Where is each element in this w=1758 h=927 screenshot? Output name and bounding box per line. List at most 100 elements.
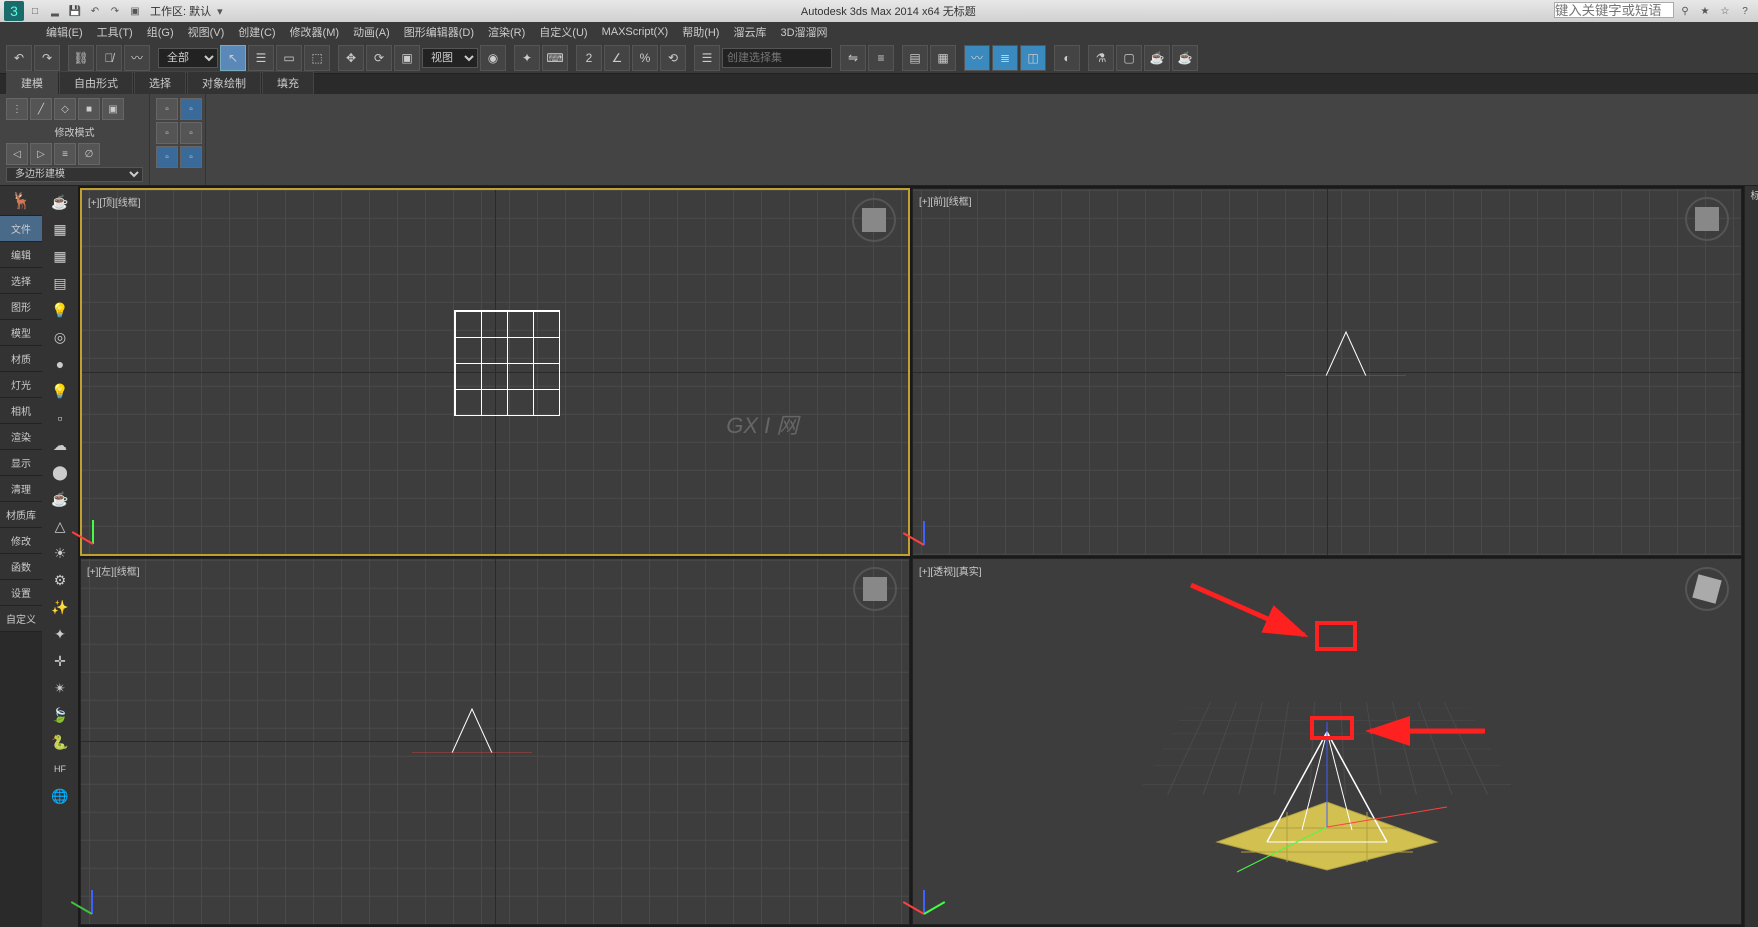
- left-tab-light[interactable]: 灯光: [0, 372, 42, 398]
- left-tab-custom[interactable]: 自定义: [0, 606, 42, 632]
- left-tab-modify[interactable]: 修改: [0, 528, 42, 554]
- left-tab-camera[interactable]: 相机: [0, 398, 42, 424]
- viewport-front-label[interactable]: [+][前][线框]: [919, 193, 972, 208]
- redo-button-icon[interactable]: ↷: [34, 45, 60, 71]
- snap-angle-icon[interactable]: ∠: [604, 45, 630, 71]
- menu-group[interactable]: 组(G): [141, 22, 180, 42]
- snap-2d-icon[interactable]: 2: [576, 45, 602, 71]
- edit-named-sel-icon[interactable]: ☰: [694, 45, 720, 71]
- strip-teapot2-icon[interactable]: ☕: [46, 487, 74, 511]
- left-tab-function[interactable]: 函数: [0, 554, 42, 580]
- curve-editor-icon[interactable]: 〰: [964, 45, 990, 71]
- strip-teapot-icon[interactable]: ☕: [46, 190, 74, 214]
- menu-maxscript[interactable]: MAXScript(X): [596, 24, 675, 40]
- qat-open-icon[interactable]: ▂: [46, 2, 64, 20]
- strip-sparkle-icon[interactable]: ✦: [46, 622, 74, 646]
- align-button-icon[interactable]: ≡: [868, 45, 894, 71]
- ribbon-tool-1-icon[interactable]: ▫: [156, 98, 178, 120]
- menu-create[interactable]: 创建(C): [232, 22, 281, 42]
- ribbon-tab-freeform[interactable]: 自由形式: [59, 71, 133, 94]
- strip-triangle-icon[interactable]: △: [46, 514, 74, 538]
- qat-redo-icon[interactable]: ↷: [106, 2, 124, 20]
- snap-spinner-icon[interactable]: ⟲: [660, 45, 686, 71]
- layer-manager-icon[interactable]: ▦: [930, 45, 956, 71]
- strip-star-icon[interactable]: ✴: [46, 676, 74, 700]
- menu-tools[interactable]: 工具(T): [91, 22, 139, 42]
- command-panel-collapsed[interactable]: 标: [1744, 186, 1758, 927]
- ribbon-tab-selection[interactable]: 选择: [134, 71, 186, 94]
- mirror-button-icon[interactable]: ⇋: [840, 45, 866, 71]
- left-tab-edit[interactable]: 编辑: [0, 242, 42, 268]
- render-frame-icon[interactable]: ▢: [1116, 45, 1142, 71]
- left-tab-render[interactable]: 渲染: [0, 424, 42, 450]
- menu-help[interactable]: 帮助(H): [676, 22, 725, 42]
- qat-new-icon[interactable]: □: [26, 2, 44, 20]
- strip-hf-icon[interactable]: HF: [46, 757, 74, 781]
- ribbon-tab-populate[interactable]: 填充: [262, 71, 314, 94]
- left-tab-display[interactable]: 显示: [0, 450, 42, 476]
- left-tab-shape[interactable]: 图形: [0, 294, 42, 320]
- ribbon-btn-none-icon[interactable]: ∅: [78, 143, 100, 165]
- menu-animation[interactable]: 动画(A): [347, 22, 396, 42]
- menu-customize[interactable]: 自定义(U): [533, 22, 593, 42]
- ribbon-tab-objectpaint[interactable]: 对象绘制: [187, 71, 261, 94]
- subobj-vertex-icon[interactable]: ⋮: [6, 98, 28, 120]
- ribbon-tab-modeling[interactable]: 建模: [6, 71, 58, 94]
- qat-save-icon[interactable]: 💾: [66, 2, 84, 20]
- app-logo-icon[interactable]: 3: [4, 1, 24, 21]
- subobj-poly-icon[interactable]: ■: [78, 98, 100, 120]
- keyboard-shortcut-icon[interactable]: ⌨: [542, 45, 568, 71]
- menu-edit[interactable]: 编辑(E): [40, 22, 89, 42]
- ribbon-tool-2-icon[interactable]: ▫: [180, 98, 202, 120]
- unlink-button-icon[interactable]: ⛓̸: [96, 45, 122, 71]
- select-region-icon[interactable]: ▭: [276, 45, 302, 71]
- ribbon-btn-next-icon[interactable]: ▷: [30, 143, 52, 165]
- snap-percent-icon[interactable]: %: [632, 45, 658, 71]
- left-tab-cleanup[interactable]: 清理: [0, 476, 42, 502]
- manipulate-icon[interactable]: ✦: [514, 45, 540, 71]
- select-object-button-icon[interactable]: ↖: [220, 45, 246, 71]
- selection-filter-combo[interactable]: 全部: [158, 48, 218, 68]
- titlebar-btn-1-icon[interactable]: ⚲: [1676, 2, 1694, 20]
- strip-leaf-icon[interactable]: 🍃: [46, 703, 74, 727]
- left-tab-matlib[interactable]: 材质库: [0, 502, 42, 528]
- strip-chart-icon[interactable]: ▤: [46, 271, 74, 295]
- ribbon-btn-prev-icon[interactable]: ◁: [6, 143, 28, 165]
- qat-project-icon[interactable]: ▣: [126, 2, 144, 20]
- strip-globe-icon[interactable]: 🌐: [46, 784, 74, 808]
- viewport-perspective[interactable]: [+][透视][真实]: [912, 558, 1742, 926]
- strip-wand-icon[interactable]: ✨: [46, 595, 74, 619]
- polygon-modeling-combo[interactable]: 多边形建模: [6, 167, 143, 182]
- menu-views[interactable]: 视图(V): [182, 22, 231, 42]
- left-tab-material[interactable]: 材质: [0, 346, 42, 372]
- ref-coord-combo[interactable]: 视图: [422, 48, 478, 68]
- named-selection-input[interactable]: [722, 48, 832, 68]
- ribbon-tool-6-icon[interactable]: ▫: [180, 146, 202, 168]
- viewcube-front[interactable]: [1685, 197, 1729, 241]
- strip-sphere-icon[interactable]: ●: [46, 352, 74, 376]
- material-editor-icon[interactable]: ◐: [1054, 45, 1080, 71]
- ribbon-btn-stack-icon[interactable]: ≡: [54, 143, 76, 165]
- window-crossing-icon[interactable]: ⬚: [304, 45, 330, 71]
- undo-button-icon[interactable]: ↶: [6, 45, 32, 71]
- qat-undo-icon[interactable]: ↶: [86, 2, 104, 20]
- subobj-edge-icon[interactable]: ╱: [30, 98, 52, 120]
- left-tab-select[interactable]: 选择: [0, 268, 42, 294]
- strip-circles-icon[interactable]: ◎: [46, 325, 74, 349]
- rotate-button-icon[interactable]: ⟳: [366, 45, 392, 71]
- subobj-element-icon[interactable]: ▣: [102, 98, 124, 120]
- strip-cloud-icon[interactable]: ☁: [46, 433, 74, 457]
- ribbon-tool-4-icon[interactable]: ▫: [180, 122, 202, 144]
- strip-grid-icon[interactable]: ▦: [46, 217, 74, 241]
- strip-light2-icon[interactable]: 💡: [46, 379, 74, 403]
- viewport-left-label[interactable]: [+][左][线框]: [87, 563, 140, 578]
- schematic-view-icon[interactable]: ◫: [1020, 45, 1046, 71]
- menu-rendering[interactable]: 渲染(R): [482, 22, 531, 42]
- scale-button-icon[interactable]: ▣: [394, 45, 420, 71]
- strip-axis-icon[interactable]: ✛: [46, 649, 74, 673]
- bind-spacewarp-icon[interactable]: 〰: [124, 45, 150, 71]
- render-prod-icon[interactable]: ☕: [1144, 45, 1170, 71]
- select-by-name-icon[interactable]: ☰: [248, 45, 274, 71]
- strip-gear-icon[interactable]: ⚙: [46, 568, 74, 592]
- strip-light-icon[interactable]: 💡: [46, 298, 74, 322]
